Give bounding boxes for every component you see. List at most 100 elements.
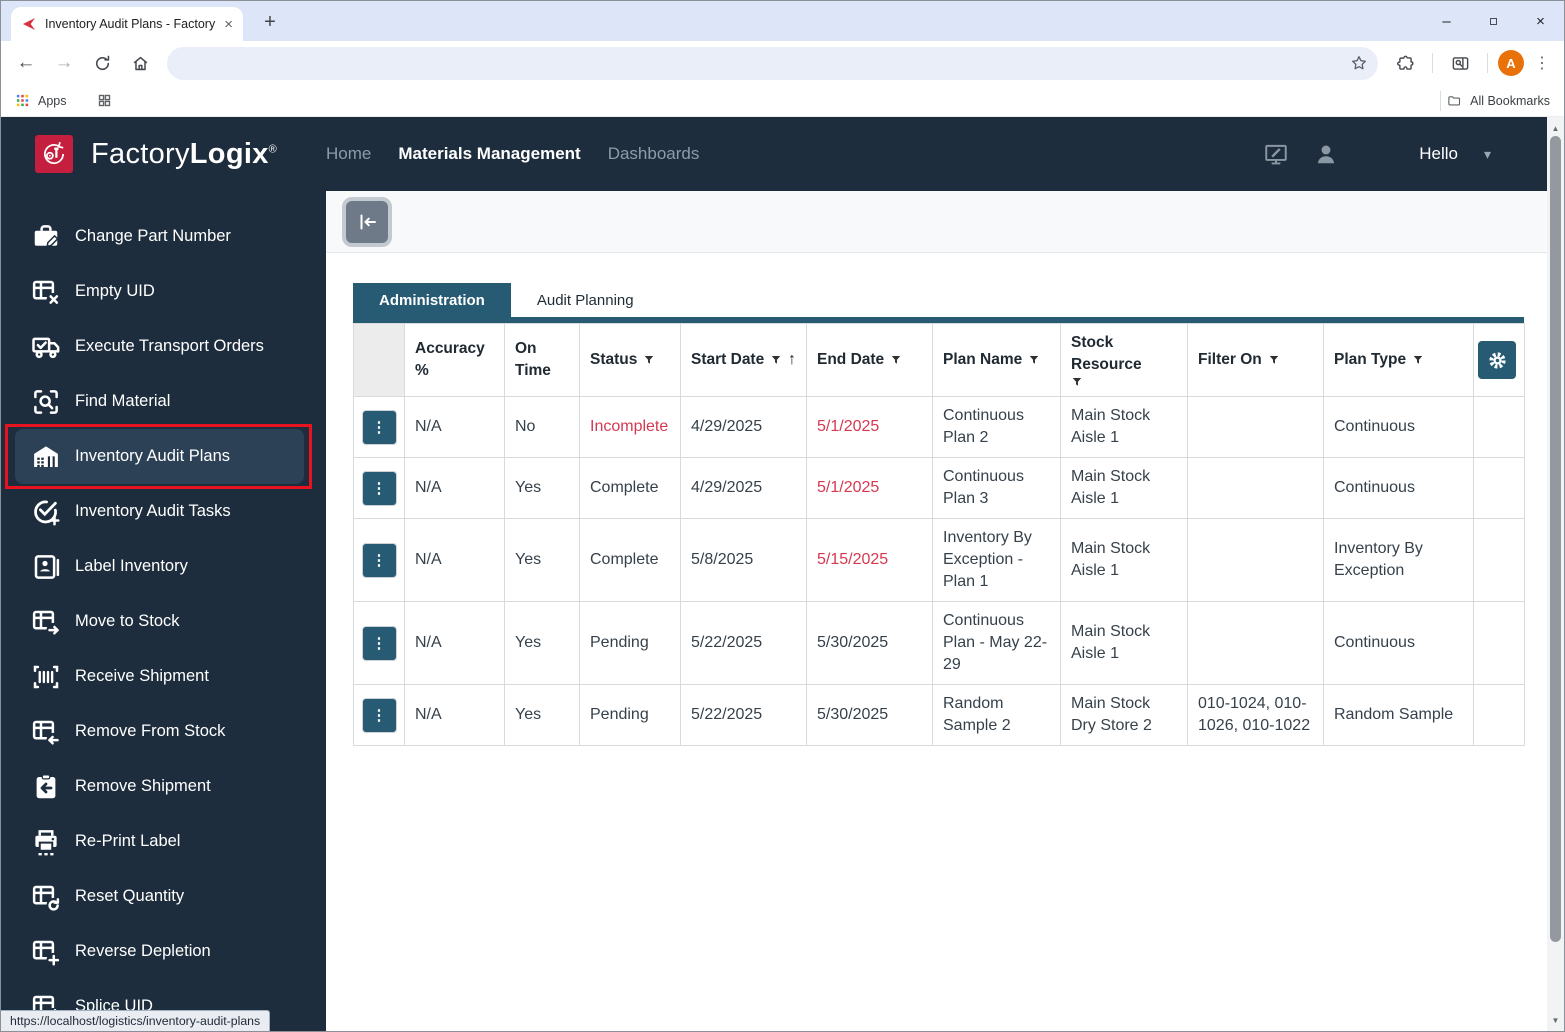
column-header[interactable]: Stock Resource ↑ <box>1061 324 1188 397</box>
user-menu[interactable]: Hello <box>1419 144 1458 164</box>
filter-icon[interactable] <box>1028 354 1040 366</box>
min-icon: – <box>1442 13 1450 30</box>
cell-filter-on <box>1188 602 1324 685</box>
cell-end-date: 5/1/2025 <box>807 458 933 519</box>
cell-filter-on <box>1188 519 1324 602</box>
column-header[interactable]: ↑ <box>354 324 405 397</box>
cell-extra <box>1474 685 1525 746</box>
all-bookmarks-button[interactable]: All Bookmarks <box>1470 94 1550 108</box>
sidebar-item-label: Reverse Depletion <box>75 942 211 961</box>
page-scrollbar[interactable]: ▲ ▼ <box>1547 117 1564 1031</box>
sidebar-item[interactable]: Reverse Depletion <box>15 924 304 979</box>
cell-plan-type: Continuous <box>1324 458 1474 519</box>
page-tab[interactable]: Audit Planning <box>511 283 660 317</box>
header-row: ↑ Accuracy % ↑ <box>354 324 1525 397</box>
new-tab-button[interactable]: + <box>257 9 283 35</box>
row-menu-button[interactable]: ⋮ <box>362 410 397 445</box>
sidebar-item[interactable]: Remove From Stock <box>15 704 304 759</box>
sidebar-item-label: Inventory Audit Tasks <box>75 502 231 521</box>
forward-button[interactable]: → <box>47 46 81 80</box>
bookmark-star-icon[interactable] <box>1350 54 1368 72</box>
sidebar-item[interactable]: Label Inventory <box>15 539 304 594</box>
row-menu-button[interactable]: ⋮ <box>362 543 397 578</box>
sidebar-item[interactable]: Inventory Audit Tasks <box>15 484 304 539</box>
fl-favicon-icon <box>21 16 37 32</box>
nav-link[interactable]: Home <box>326 144 371 164</box>
printer-icon <box>31 827 61 857</box>
cell-plan-name: Continuous Plan - May 22-29 <box>933 602 1061 685</box>
cell-on-time: Yes <box>505 602 580 685</box>
scroll-down-icon[interactable]: ▼ <box>1547 1013 1564 1027</box>
monitor-edit-icon[interactable] <box>1263 141 1289 167</box>
back-button[interactable]: ← <box>9 46 43 80</box>
profile-avatar[interactable]: A <box>1498 50 1524 76</box>
maximize-button[interactable] <box>1470 1 1517 41</box>
browser-tab[interactable]: Inventory Audit Plans - FactoryL × <box>11 7 243 41</box>
column-header[interactable]: Plan Type ↑ <box>1324 324 1474 397</box>
column-header[interactable]: Status ↑ <box>580 324 681 397</box>
column-header[interactable]: End Date ↑ <box>807 324 933 397</box>
sidebar-item-label: Find Material <box>75 392 170 411</box>
cell-accuracy: N/A <box>405 602 505 685</box>
chevron-down-icon[interactable]: ▾ <box>1484 146 1491 163</box>
sidebar-item[interactable]: Find Material <box>15 374 304 429</box>
barcode-scan-icon <box>31 662 61 692</box>
row-menu-button[interactable]: ⋮ <box>362 471 397 506</box>
sidebar-item[interactable]: Reset Quantity <box>15 869 304 924</box>
column-header[interactable]: Plan Name ↑ <box>933 324 1061 397</box>
browser-toolbar: ← → A ⋮ <box>1 41 1564 85</box>
sidebar-item[interactable]: Empty UID <box>15 264 304 319</box>
filter-icon[interactable] <box>890 354 902 366</box>
filter-icon[interactable] <box>1071 376 1083 388</box>
sidebar-item[interactable]: Move to Stock <box>15 594 304 649</box>
row-menu-button[interactable]: ⋮ <box>362 626 397 661</box>
bookmarks-bar: Apps All Bookmarks <box>1 85 1564 117</box>
browser-menu-icon[interactable]: ⋮ <box>1528 53 1556 73</box>
filter-icon[interactable] <box>770 354 782 366</box>
nav-link[interactable]: Materials Management <box>398 144 580 164</box>
brand-text: FactoryLogix® <box>91 138 277 171</box>
cell-row-menu: ⋮ <box>354 519 405 602</box>
filter-icon[interactable] <box>1268 354 1280 366</box>
mini-grid-icon[interactable] <box>97 93 112 108</box>
user-icon[interactable] <box>1313 141 1339 167</box>
column-header[interactable]: On Time ↑ <box>505 324 580 397</box>
sidebar-item[interactable]: Receive Shipment <box>15 649 304 704</box>
home-button[interactable] <box>123 46 157 80</box>
reload-button[interactable] <box>85 46 119 80</box>
sidebar-item[interactable]: Change Part Number <box>15 209 304 264</box>
cell-end-date: 5/30/2025 <box>807 685 933 746</box>
collapse-sidebar-button[interactable] <box>342 197 392 247</box>
extensions-icon[interactable] <box>1388 46 1422 80</box>
row-menu-button[interactable]: ⋮ <box>362 698 397 733</box>
cell-filter-on <box>1188 397 1324 458</box>
sidebar-item[interactable]: Inventory Audit Plans <box>15 429 304 484</box>
scrollbar-thumb[interactable] <box>1550 136 1561 942</box>
scroll-up-icon[interactable]: ▲ <box>1547 121 1564 135</box>
header-actions: Hello ▾ <box>1263 141 1549 167</box>
close-window-button[interactable]: × <box>1517 1 1564 41</box>
apps-grid-icon[interactable] <box>15 93 30 108</box>
column-header[interactable]: Accuracy % ↑ <box>405 324 505 397</box>
cell-plan-name: Inventory By Exception - Plan 1 <box>933 519 1061 602</box>
sidebar-item[interactable]: Re-Print Label <box>15 814 304 869</box>
column-header[interactable]: Start Date ↑ <box>681 324 807 397</box>
column-header[interactable]: Filter On ↑ <box>1188 324 1324 397</box>
minimize-button[interactable]: – <box>1423 1 1470 41</box>
column-settings-button[interactable] <box>1478 341 1516 379</box>
cell-plan-type: Continuous <box>1324 397 1474 458</box>
filter-icon[interactable] <box>643 354 655 366</box>
tab-close-icon[interactable]: × <box>224 16 233 33</box>
filter-icon[interactable] <box>1412 354 1424 366</box>
sidebar-item[interactable]: Remove Shipment <box>15 759 304 814</box>
apps-bookmark[interactable]: Apps <box>38 94 67 108</box>
check-plus-icon <box>31 497 61 527</box>
page-tab[interactable]: Administration <box>353 283 511 317</box>
nav-link[interactable]: Dashboards <box>608 144 700 164</box>
cell-accuracy: N/A <box>405 458 505 519</box>
address-bar[interactable] <box>167 47 1378 80</box>
app-nav: Home Materials Management Dashboards <box>326 144 699 164</box>
sidebar-item[interactable]: Execute Transport Orders <box>15 319 304 374</box>
side-panel-icon[interactable] <box>1443 46 1477 80</box>
max-icon <box>1488 16 1499 27</box>
